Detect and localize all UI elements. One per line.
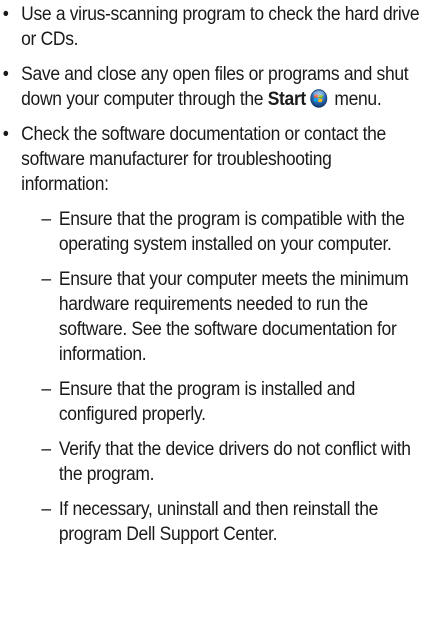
dash-mark: – (41, 269, 51, 290)
dash-mark: – (41, 379, 51, 400)
bullet-mark: • (2, 124, 9, 145)
troubleshooting-text: • Use a virus-scanning program to check … (0, 0, 420, 547)
bullet-mark: • (2, 64, 9, 85)
sub-item-text: Ensure that the program is compatible wi… (58, 209, 405, 255)
sub-item-device-drivers: – Verify that the device drivers do not … (0, 437, 423, 487)
windows-start-orb-icon (309, 89, 327, 108)
bullet-mark: • (2, 4, 9, 25)
sub-item-compatibility: – Ensure that the program is compatible … (0, 207, 423, 257)
sub-item-hardware-requirements: – Ensure that your computer meets the mi… (0, 267, 423, 367)
bullet-text-after: menu. (329, 89, 382, 110)
bullet-text: Check the software documentation or cont… (21, 124, 386, 195)
bullet-text: Use a virus-scanning program to check th… (21, 4, 420, 50)
bullet-item-save-and-shutdown: • Save and close any open files or progr… (0, 62, 420, 112)
sub-item-text: Ensure that your computer meets the mini… (58, 269, 409, 365)
start-label: Start (267, 89, 307, 110)
dash-mark: – (41, 439, 51, 460)
sub-item-reinstall: – If necessary, uninstall and then reins… (0, 497, 423, 547)
sub-item-text: If necessary, uninstall and then reinsta… (58, 499, 379, 545)
sub-item-text: Ensure that the program is installed and… (58, 379, 355, 425)
bullet-item-virus-scan: • Use a virus-scanning program to check … (0, 2, 420, 52)
sub-item-text: Verify that the device drivers do not co… (58, 439, 411, 485)
dash-mark: – (41, 499, 51, 520)
dash-mark: – (41, 209, 51, 230)
sub-item-installed-properly: – Ensure that the program is installed a… (0, 377, 423, 427)
bullet-item-check-documentation: • Check the software documentation or co… (0, 122, 420, 197)
